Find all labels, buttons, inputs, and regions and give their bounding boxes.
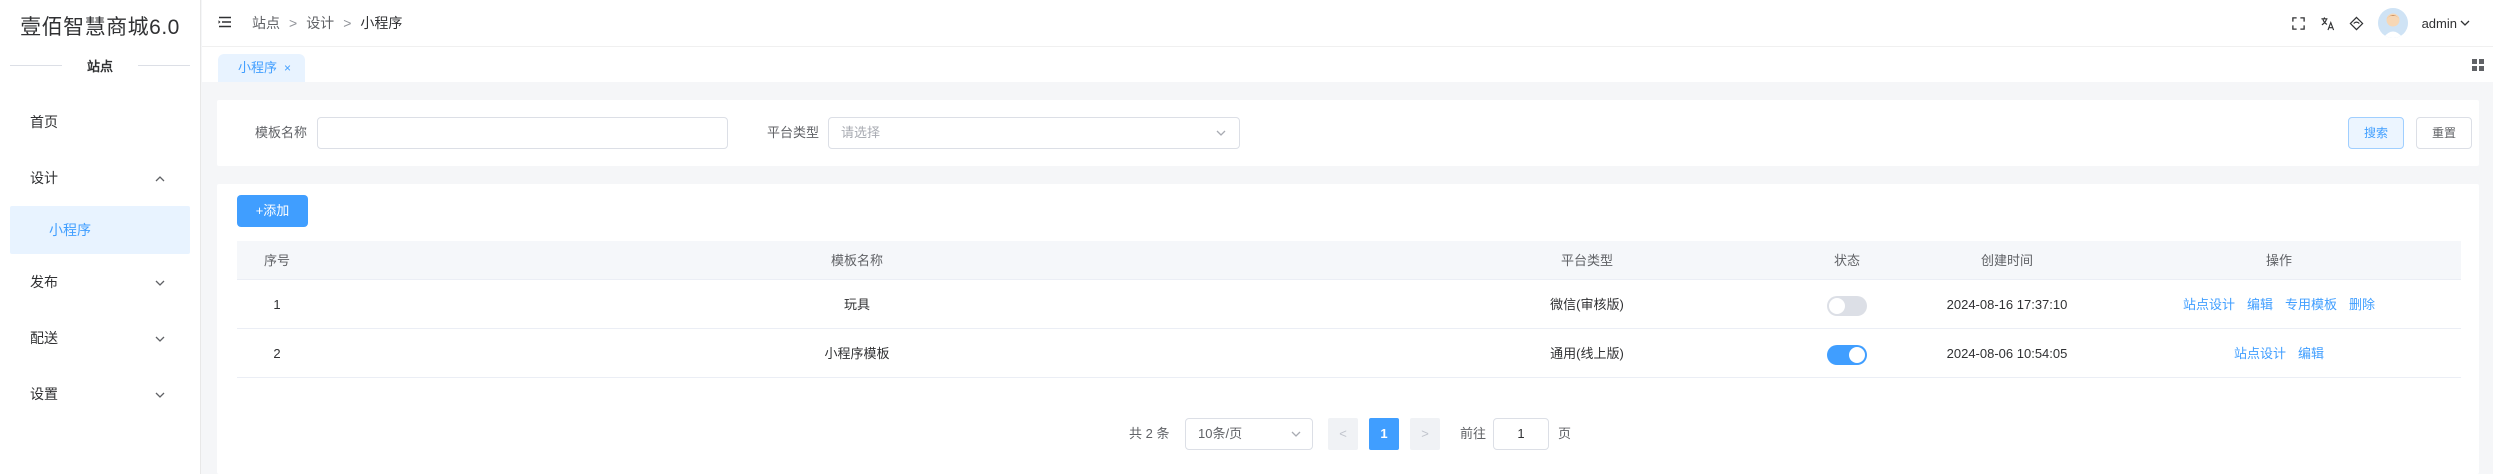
content-panel: +添加 序号 模板名称 平台类型 状态 创建时间 操作 1 玩具 微信(审核版)…	[217, 184, 2479, 474]
page-size-value: 10条/页	[1198, 426, 1243, 441]
template-name-input[interactable]	[317, 117, 728, 149]
reset-button[interactable]: 重置	[2416, 117, 2472, 149]
row-template-name: 小程序模板	[824, 346, 890, 361]
goto-label: 前往	[1460, 426, 1487, 441]
menu-toggle-icon[interactable]	[217, 14, 233, 30]
row-actions: 站点设计 编辑 专用模板 删除	[2097, 280, 2461, 329]
column-header-status: 状态	[1833, 253, 1860, 268]
section-label: 站点	[86, 59, 113, 74]
header-actions: admin	[2291, 0, 2471, 46]
page-number-button[interactable]: 1	[1369, 418, 1399, 450]
sidebar-item-label: 首页	[30, 114, 58, 130]
status-toggle[interactable]	[1827, 344, 1867, 365]
page-size-select[interactable]: 10条/页	[1185, 418, 1313, 450]
row-status	[1777, 280, 1917, 329]
row-index: 2	[273, 346, 281, 361]
column-header-created: 创建时间	[1980, 253, 2033, 268]
platform-type-label: 平台类型	[767, 125, 820, 140]
breadcrumb-separator: >	[289, 15, 298, 31]
pagination: 共 2 条 10条/页 < 1 > 前往 1 页	[217, 418, 2479, 450]
translate-icon[interactable]	[2320, 16, 2335, 31]
chevron-down-icon	[154, 366, 166, 422]
tab-miniprogram[interactable]: 小程序 ×	[218, 54, 306, 82]
toggle-knob	[1829, 297, 1845, 314]
row-index: 1	[273, 297, 281, 312]
status-toggle[interactable]	[1827, 295, 1867, 316]
sidebar-item-label: 发布	[30, 274, 58, 290]
breadcrumb-current: 小程序	[360, 15, 403, 31]
avatar-image-icon	[2377, 8, 2408, 38]
row-platform: 通用(线上版)	[1550, 346, 1624, 361]
theme-icon[interactable]	[2349, 16, 2364, 31]
column-header-platform: 平台类型	[1560, 253, 1613, 268]
sidebar-item-label: 设置	[30, 386, 58, 402]
select-placeholder: 请选择	[841, 125, 881, 140]
sidebar-item-label: 配送	[30, 330, 58, 346]
tab-label: 小程序	[238, 60, 278, 75]
breadcrumb-item[interactable]: 设计	[306, 15, 334, 31]
edit-link[interactable]: 编辑	[2247, 297, 2273, 312]
search-button[interactable]: 搜索	[2348, 117, 2404, 149]
sidebar: 壹佰智慧商城6.0 站点 首页 设计 小程序 发布 配送 设置	[0, 0, 201, 474]
next-page-button[interactable]: >	[1410, 418, 1440, 450]
chevron-down-icon	[154, 310, 166, 366]
chevron-down-icon	[1291, 431, 1301, 437]
page-label: 页	[1558, 426, 1572, 441]
delete-link[interactable]: 删除	[2349, 297, 2375, 312]
chevron-down-icon	[154, 254, 166, 310]
chevron-up-icon	[154, 150, 166, 206]
section-divider: 站点	[10, 56, 190, 74]
goto-page-input[interactable]: 1	[1493, 418, 1549, 450]
sidebar-item-delivery[interactable]: 配送	[0, 310, 200, 366]
sidebar-item-label: 设计	[30, 170, 58, 186]
sidebar-item-settings[interactable]: 设置	[0, 366, 200, 422]
brand-title: 壹佰智慧商城6.0	[20, 16, 180, 39]
username[interactable]: admin	[2422, 16, 2457, 31]
row-created-time: 2024-08-06 10:54:05	[1946, 346, 2068, 361]
chevron-down-icon	[1216, 130, 1226, 136]
add-button[interactable]: +添加	[237, 195, 308, 227]
divider-line	[10, 65, 62, 66]
template-name-label: 模板名称	[255, 125, 308, 140]
column-header-index: 序号	[263, 253, 290, 268]
sidebar-item-home[interactable]: 首页	[0, 94, 200, 150]
site-design-link[interactable]: 站点设计	[2234, 346, 2286, 361]
column-header-name: 模板名称	[830, 253, 883, 268]
row-status	[1777, 329, 1917, 378]
close-icon[interactable]: ×	[284, 61, 291, 75]
row-actions: 站点设计 编辑	[2097, 329, 2461, 378]
tab-bar: 小程序 ×	[202, 46, 2493, 82]
prev-page-button[interactable]: <	[1328, 418, 1358, 450]
sidebar-item-design[interactable]: 设计	[0, 150, 200, 206]
sidebar-item-miniprogram[interactable]: 小程序	[10, 206, 190, 254]
table-row: 1 玩具 微信(审核版) 2024-08-16 17:37:10 站点设计 编辑专…	[237, 280, 2461, 329]
breadcrumb: 站点 > 设计 > 小程序	[252, 0, 402, 46]
toggle-knob	[1849, 346, 1865, 363]
chevron-down-icon[interactable]	[2459, 17, 2471, 29]
sidebar-nav: 首页 设计 小程序 发布 配送 设置	[0, 94, 200, 422]
filter-panel: 模板名称 平台类型 请选择 搜索 重置	[217, 100, 2479, 166]
platform-type-select[interactable]: 请选择	[828, 117, 1240, 149]
table-row: 2 小程序模板 通用(线上版) 2024-08-06 10:54:05 站点设计…	[237, 329, 2461, 378]
divider-line	[138, 65, 190, 66]
breadcrumb-separator: >	[343, 15, 352, 31]
row-created-time: 2024-08-16 17:37:10	[1946, 297, 2068, 312]
grid-menu-icon[interactable]	[2471, 58, 2485, 72]
sidebar-item-label: 小程序	[49, 222, 91, 238]
top-header: 站点 > 设计 > 小程序 admin	[202, 0, 2493, 46]
breadcrumb-item[interactable]: 站点	[252, 15, 280, 31]
column-header-actions: 操作	[2265, 253, 2292, 268]
row-template-name: 玩具	[843, 297, 870, 312]
site-design-link[interactable]: 站点设计	[2183, 297, 2235, 312]
fullscreen-icon[interactable]	[2291, 16, 2306, 31]
avatar[interactable]	[2377, 8, 2408, 38]
pagination-total: 共 2 条	[1129, 426, 1170, 441]
row-platform: 微信(审核版)	[1550, 297, 1624, 312]
edit-link[interactable]: 编辑	[2298, 346, 2324, 361]
template-table: 序号 模板名称 平台类型 状态 创建时间 操作 1 玩具 微信(审核版) 202…	[237, 241, 2461, 378]
sidebar-item-publish[interactable]: 发布	[0, 254, 200, 310]
table-header: 序号 模板名称 平台类型 状态 创建时间 操作	[237, 241, 2461, 280]
dedicated-template-link[interactable]: 专用模板	[2285, 297, 2337, 312]
